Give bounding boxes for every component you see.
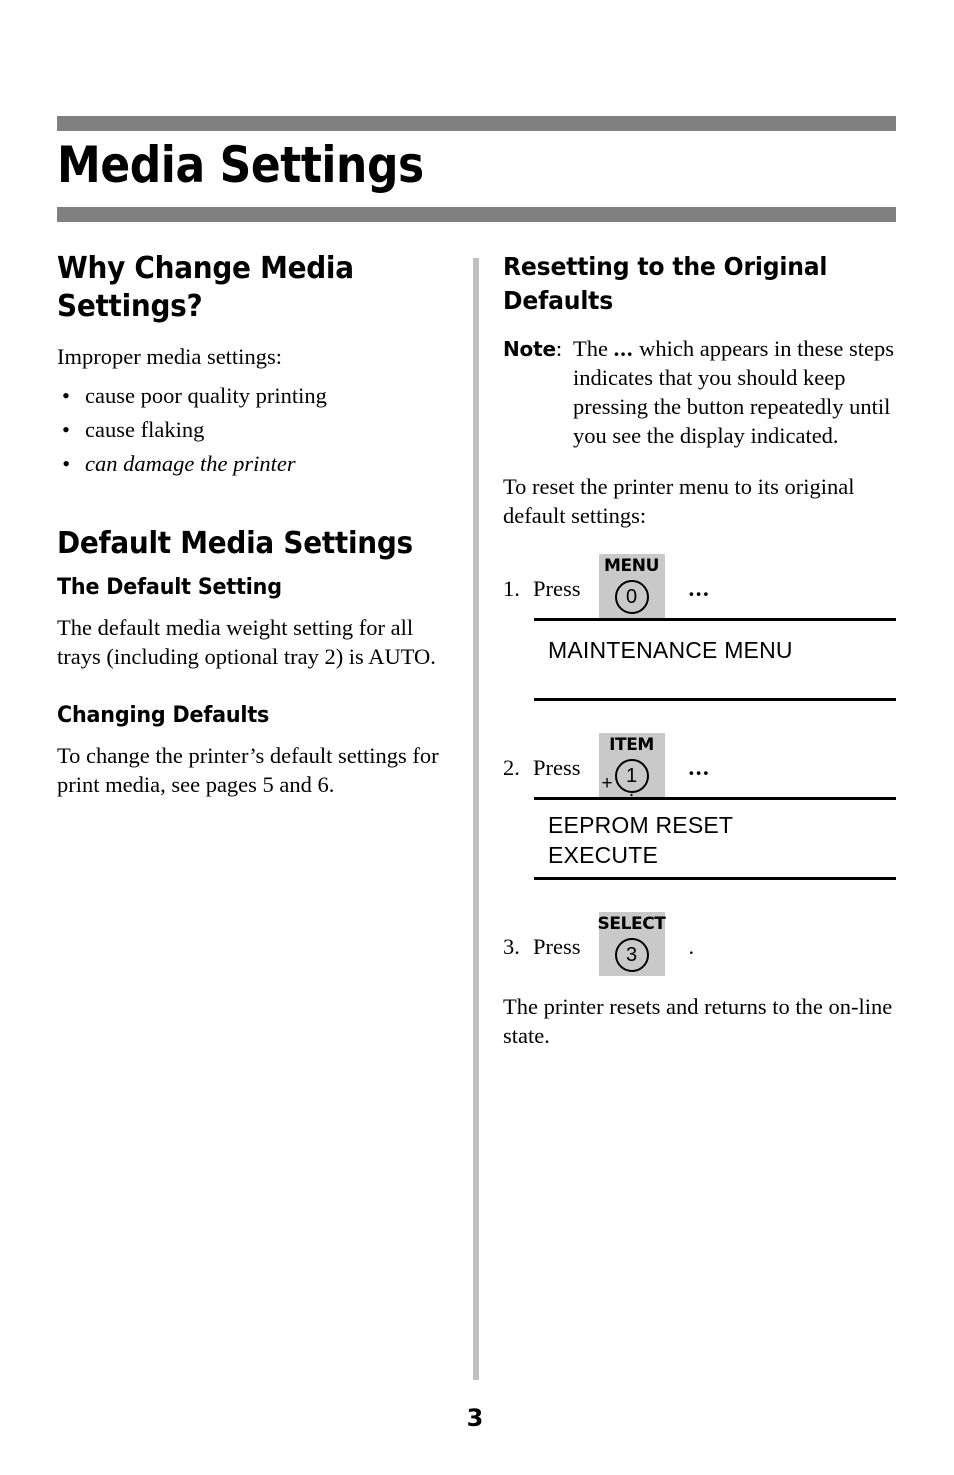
list-item-label: cause flaking [85, 417, 205, 442]
bullet-dot-icon: • [62, 383, 70, 408]
title-rule-top [57, 116, 896, 131]
reset-intro-text: To reset the printer menu to its origina… [503, 474, 855, 528]
step-2-display-panel: EEPROM RESET EXECUTE [534, 797, 896, 880]
heading-line-2: Defaults [503, 286, 614, 315]
reset-closing-text: The printer resets and returns to the on… [503, 994, 893, 1048]
note-text-before: The [573, 336, 614, 361]
heading-changing-defaults: Changing Defaults [57, 703, 270, 728]
item-key-button[interactable]: ITEM 1 + . [598, 733, 665, 801]
step-2-ellipsis: ... [688, 755, 711, 780]
item-key-plus-icon: + [601, 773, 613, 794]
note-block: Note: The ... which appears in these step… [503, 334, 898, 450]
heading-resetting-to-original-defaults: Resetting to the Original Defaults [503, 250, 874, 318]
step-2-number: 2. [503, 755, 520, 780]
note-ellipsis: ... [613, 336, 634, 361]
item-key-tick-icon: . [628, 780, 635, 801]
list-item: • can damage the printer [57, 447, 457, 481]
menu-key-button[interactable]: MENU 0 [598, 554, 665, 618]
heading-line-1: Resetting to the Original [503, 252, 828, 281]
menu-key-label: MENU [604, 556, 659, 576]
improper-media-bullet-list: • cause poor quality printing • cause fl… [57, 379, 457, 481]
heading-default-media-settings: Default Media Settings [57, 526, 413, 561]
note-label: Note: [503, 334, 562, 364]
title-rule-bottom [57, 207, 896, 222]
changing-defaults-body: To change the printer’s default settings… [57, 743, 439, 797]
note-label-word: Note [503, 337, 556, 361]
step-2-display-line-2: EXECUTE [548, 842, 659, 868]
step-3-period: . [688, 934, 695, 959]
list-item: • cause poor quality printing [57, 379, 457, 413]
list-item: • cause flaking [57, 413, 457, 447]
step-1: 1. Press MENU 0 ... MAINTENANCE MENU [503, 552, 898, 701]
menu-key-digit-circle-icon: 0 [614, 580, 649, 614]
select-key-button[interactable]: SELECT 3 [597, 912, 666, 976]
step-1-display-panel: MAINTENANCE MENU [534, 618, 896, 701]
left-column: Why Change Media Settings? Improper medi… [57, 250, 457, 799]
step-3-instruction-line: 3. Press SELECT 3 . [503, 910, 898, 976]
bullet-dot-icon: • [62, 417, 70, 442]
heading-why-change-media-settings: Why Change Media Settings? [57, 250, 429, 326]
select-key-label: SELECT [597, 914, 666, 934]
step-1-instruction-line: 1. Press MENU 0 ... [503, 552, 898, 618]
bullet-dot-icon: • [62, 451, 70, 476]
heading-line-1: Why Change Media [57, 251, 354, 286]
note-label-colon: : [555, 336, 562, 361]
step-2: 2. Press ITEM 1 + . ... EEPROM RESET EXE… [503, 731, 898, 880]
step-3-verb: Press [533, 934, 581, 959]
list-item-label: can damage the printer [85, 451, 296, 476]
step-2-display-line-1: EEPROM RESET [548, 812, 734, 838]
improper-media-intro: Improper media settings: [57, 344, 282, 369]
step-2-instruction-line: 2. Press ITEM 1 + . ... [503, 731, 898, 801]
page-number: 3 [466, 1404, 484, 1432]
list-item-label: cause poor quality printing [85, 383, 327, 408]
step-2-verb: Press [533, 755, 581, 780]
step-3: 3. Press SELECT 3 . [503, 910, 898, 976]
heading-line-2: Settings? [57, 289, 203, 324]
heading-the-default-setting: The Default Setting [57, 575, 282, 600]
select-key-digit-circle-icon: 3 [614, 938, 649, 972]
step-1-ellipsis: ... [688, 576, 711, 601]
step-1-number: 1. [503, 576, 520, 601]
step-3-number: 3. [503, 934, 520, 959]
the-default-setting-body: The default media weight setting for all… [57, 615, 436, 669]
right-column: Resetting to the Original Defaults Note:… [503, 250, 898, 1050]
column-divider [473, 258, 479, 1380]
page-title: Media Settings [57, 136, 424, 194]
item-key-label: ITEM [609, 735, 654, 755]
step-1-verb: Press [533, 576, 581, 601]
step-1-display-line-1: MAINTENANCE MENU [548, 637, 793, 663]
